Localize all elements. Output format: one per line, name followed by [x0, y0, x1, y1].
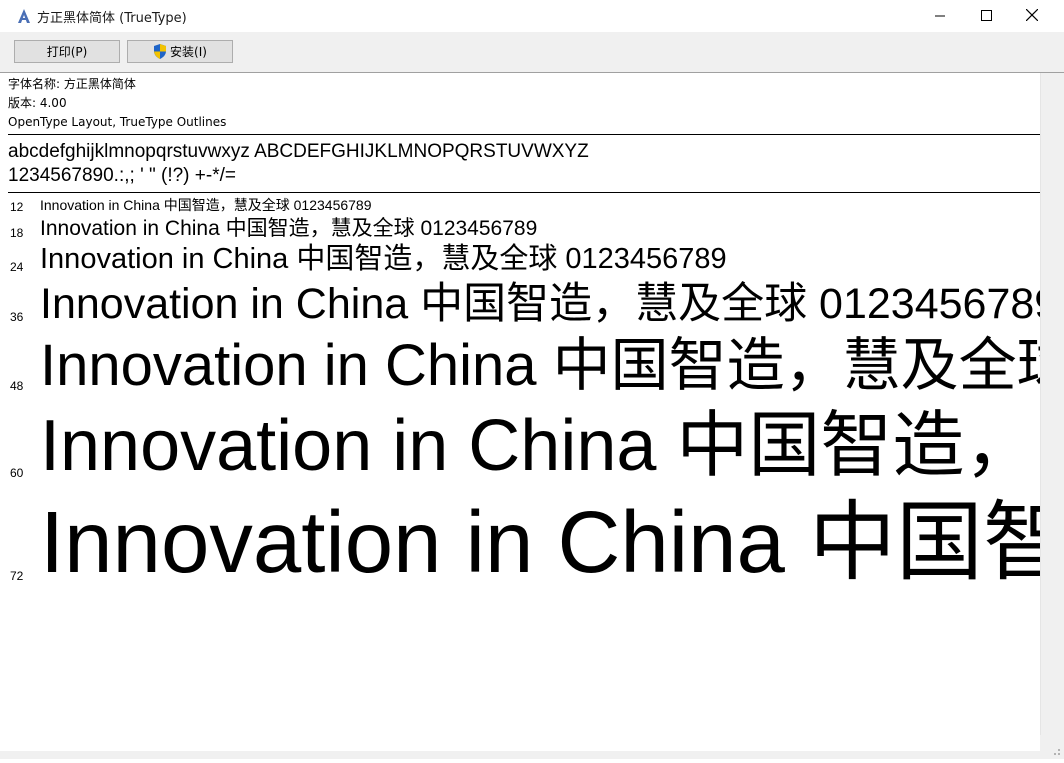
- maximize-icon: [980, 9, 992, 21]
- minimize-icon: [934, 15, 945, 16]
- sample-size-18: 18: [10, 226, 24, 240]
- sample-size-60: 60: [10, 466, 24, 480]
- font-name-line: 字体名称: 方正黑体简体: [8, 77, 136, 91]
- vertical-scrollbar[interactable]: [1040, 73, 1064, 751]
- sample-text-18: Innovation in China 中国智造，慧及全球 0123456789: [40, 217, 538, 240]
- charset-digits: 1234567890.:,; ' " (!?) +-*/=: [8, 165, 236, 186]
- sample-size-12: 12: [10, 200, 24, 214]
- separator-1: [8, 134, 1040, 135]
- sample-size-72: 72: [10, 569, 24, 583]
- sample-size-48: 48: [10, 379, 24, 393]
- sample-text-60: Innovation in China 中国智造，慧及全球 0123456789: [40, 406, 1040, 486]
- font-preview-area: 字体名称: 方正黑体简体 版本: 4.00 OpenType Layout, T…: [8, 73, 1040, 751]
- print-button[interactable]: 打印(P): [14, 40, 120, 63]
- horizontal-scrollbar[interactable]: [0, 751, 1064, 759]
- minimize-button[interactable]: [917, 0, 963, 30]
- sample-text-24: Innovation in China 中国智造，慧及全球 0123456789: [40, 243, 727, 275]
- install-button-label: 安装(I): [170, 45, 207, 59]
- resize-grip-icon: [1054, 749, 1060, 755]
- sample-text-72: Innovation in China 中国智造，慧及全球 0123456789: [40, 494, 1040, 591]
- toolbar: 打印(P) 安装(I): [0, 32, 1064, 73]
- sample-size-24: 24: [10, 260, 24, 274]
- title-bar: 方正黑体简体 (TrueType): [0, 0, 1064, 32]
- window-title: 方正黑体简体 (TrueType): [37, 11, 187, 26]
- sample-size-36: 36: [10, 310, 24, 324]
- close-button[interactable]: [1009, 0, 1055, 30]
- charset-letters: abcdefghijklmnopqrstuvwxyz ABCDEFGHIJKLM…: [8, 141, 589, 162]
- uac-shield-icon: [153, 44, 167, 59]
- install-button[interactable]: 安装(I): [127, 40, 233, 63]
- print-button-label: 打印(P): [46, 45, 88, 59]
- sample-text-12: Innovation in China 中国智造，慧及全球 0123456789: [40, 197, 372, 213]
- close-icon: [1026, 9, 1038, 21]
- sample-text-48: Innovation in China 中国智造，慧及全球 0123456789: [40, 333, 1040, 398]
- resize-grip[interactable]: [1040, 735, 1064, 759]
- maximize-button[interactable]: [963, 0, 1009, 30]
- sample-text-36: Innovation in China 中国智造，慧及全球 0123456789: [40, 280, 1040, 328]
- font-type-line: OpenType Layout, TrueType Outlines: [8, 115, 227, 129]
- font-version-line: 版本: 4.00: [8, 96, 67, 110]
- separator-2: [8, 192, 1040, 193]
- left-gutter: [0, 73, 8, 759]
- font-file-icon: [16, 8, 32, 24]
